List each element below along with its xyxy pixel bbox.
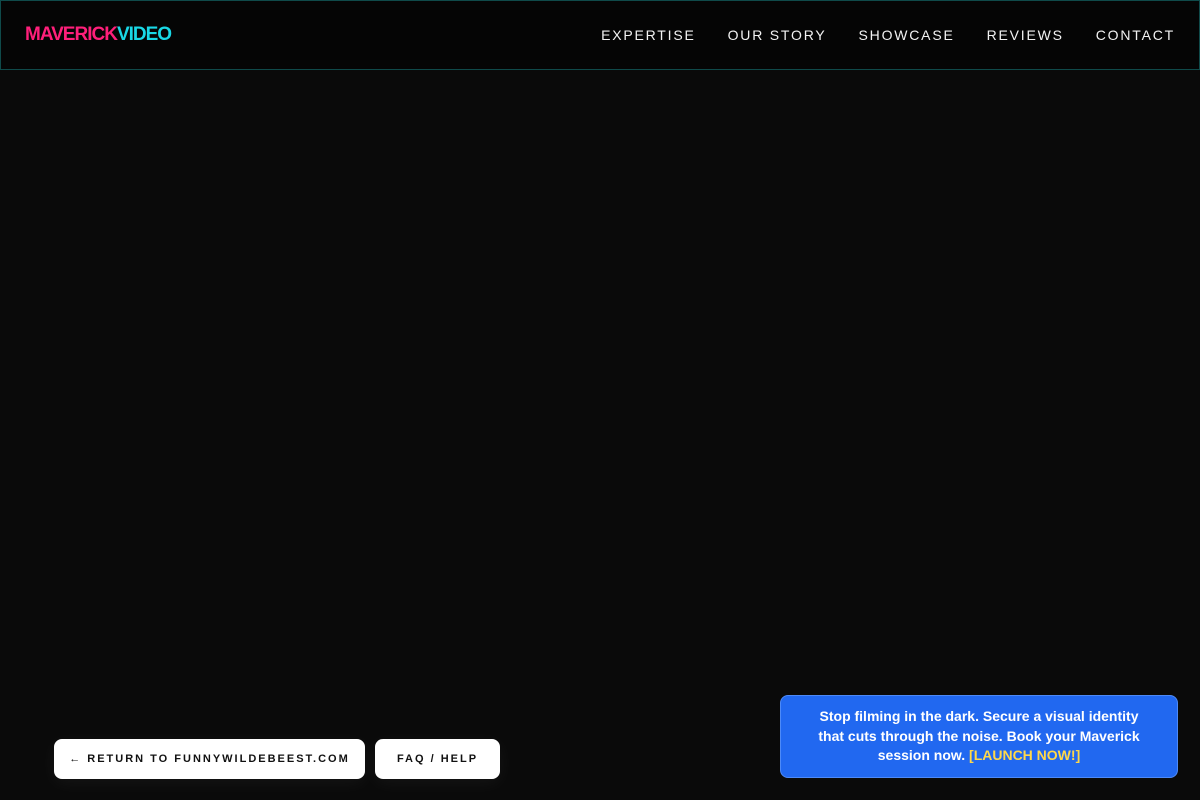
main-content-area [0,70,1200,800]
nav-link-our-story[interactable]: OUR STORY [728,27,827,43]
site-header: MAVERICKVIDEO EXPERTISE OUR STORY SHOWCA… [0,0,1200,70]
nav-link-expertise[interactable]: EXPERTISE [601,27,696,43]
nav-link-contact[interactable]: CONTACT [1096,27,1175,43]
main-nav: EXPERTISE OUR STORY SHOWCASE REVIEWS CON… [569,27,1175,43]
launch-now-link[interactable]: [LAUNCH NOW!] [969,747,1080,763]
nav-link-reviews[interactable]: REVIEWS [987,27,1064,43]
nav-link-showcase[interactable]: SHOWCASE [859,27,955,43]
footer-button-row: ← RETURN TO FUNNYWILDEBEEST.COM FAQ / HE… [54,739,500,779]
promo-banner: Stop filming in the dark. Secure a visua… [780,695,1178,778]
promo-message: Stop filming in the dark. Secure a visua… [814,707,1144,766]
faq-help-button[interactable]: FAQ / HELP [375,739,500,779]
return-to-site-button[interactable]: ← RETURN TO FUNNYWILDEBEEST.COM [54,739,365,779]
logo-part-maverick: MAVERICK [25,24,118,45]
logo-part-video: VIDEO [116,24,172,45]
site-logo[interactable]: MAVERICKVIDEO [25,24,172,46]
